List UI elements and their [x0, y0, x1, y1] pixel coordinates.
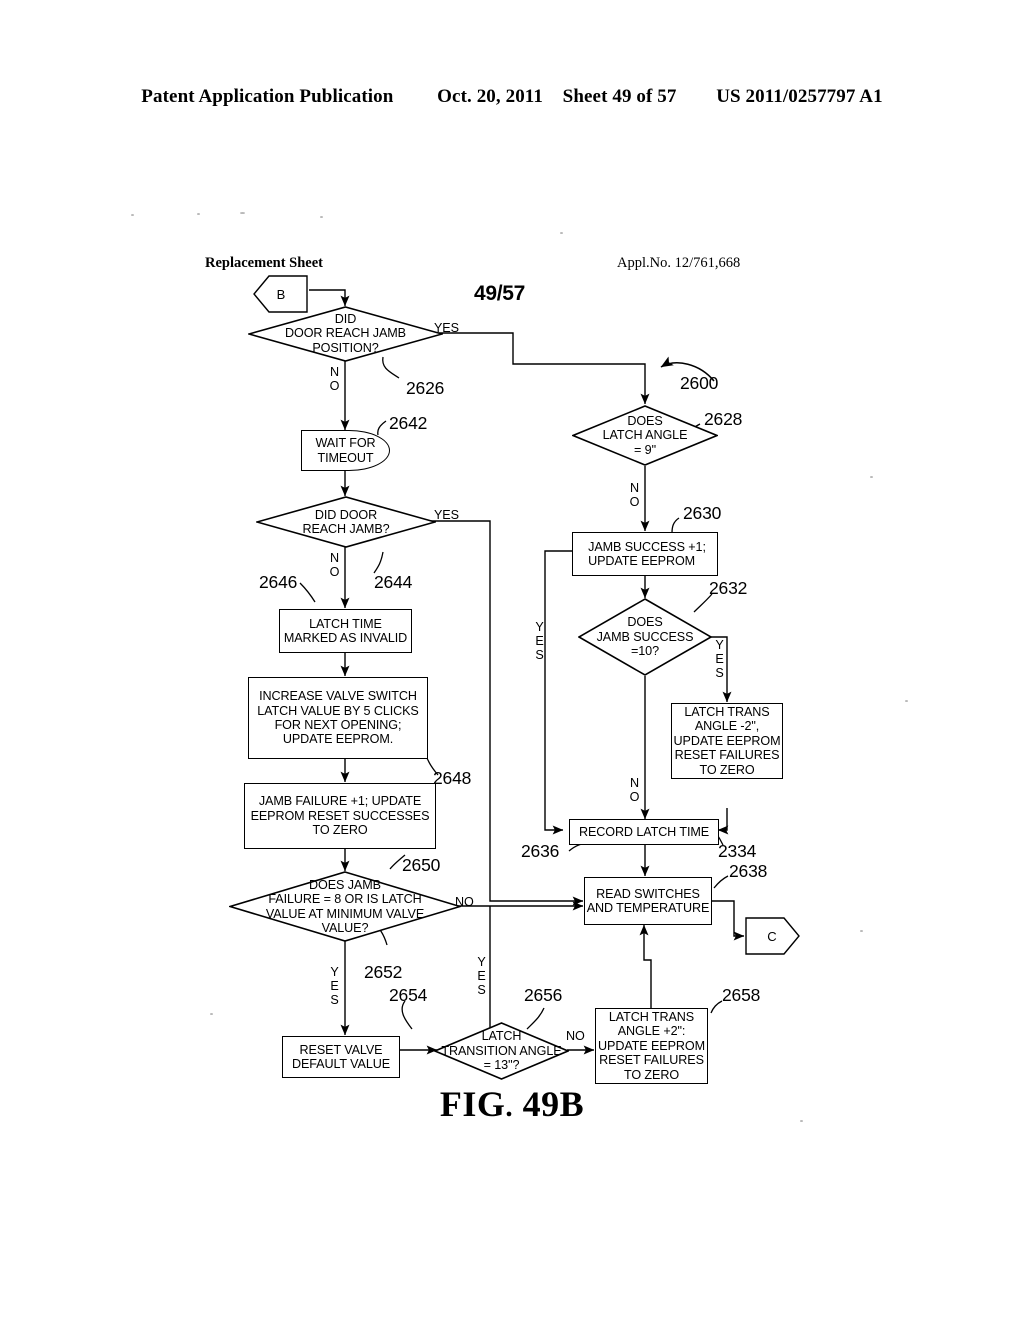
decision-door-reach-jamb-position[interactable]: DID DOOR REACH JAMB POSITION? — [248, 306, 443, 362]
edge-2626-yes-to-2628 — [412, 332, 650, 405]
decision-latch-transition-angle-13[interactable]: LATCH TRANSITION ANGLE = 13"? — [434, 1022, 569, 1080]
edge-2658-to-2638 — [639, 924, 652, 1008]
leader-2642 — [377, 420, 387, 436]
decision-does-jamb-success-10[interactable]: DOES JAMB SUCCESS =10? — [578, 598, 712, 676]
process-2650-text: JAMB FAILURE +1; UPDATE EEPROM RESET SUC… — [250, 794, 430, 838]
leader-2644 — [373, 551, 384, 574]
decision-2656-text: LATCH TRANSITION ANGLE = 13"? — [441, 1029, 562, 1073]
scan-speck — [240, 212, 245, 214]
leader-2646 — [299, 582, 316, 603]
decision-2644-text: DID DOOR REACH JAMB? — [302, 507, 390, 536]
figure-caption-number: 49B — [522, 1084, 585, 1124]
ref-2600: 2600 — [680, 373, 719, 393]
process-reset-valve-default-value[interactable]: RESET VALVE DEFAULT VALUE — [282, 1036, 400, 1078]
scan-speck — [197, 213, 200, 215]
ref-2632: 2632 — [709, 578, 748, 598]
process-2654-text: RESET VALVE DEFAULT VALUE — [291, 1042, 391, 1071]
decision-does-latch-angle-9[interactable]: DOES LATCH ANGLE = 9" — [572, 405, 718, 466]
ref-2648: 2648 — [433, 768, 472, 788]
scan-speck — [320, 216, 323, 218]
decision-did-door-reach-jamb[interactable]: DID DOOR REACH JAMB? — [256, 496, 436, 548]
figure-caption: FIG. 49B — [0, 1083, 1024, 1125]
ref-2636: 2636 — [521, 841, 560, 861]
process-latch-trans-angle-minus-2[interactable]: LATCH TRANS ANGLE -2", UPDATE EEPROM RES… — [671, 703, 783, 779]
process-2648-text: INCREASE VALVE SWITCH LATCH VALUE BY 5 C… — [257, 689, 419, 747]
edge-label-2632-no: N O — [629, 776, 640, 805]
edge-label-2628-no: N O — [629, 481, 640, 510]
edge-2638-to-c — [711, 900, 745, 941]
process-2636-text: RECORD LATCH TIME — [578, 824, 710, 839]
edge-yes-rail-to-2636 — [544, 550, 572, 835]
process-increase-valve-switch-latch-value[interactable]: INCREASE VALVE SWITCH LATCH VALUE BY 5 C… — [248, 677, 428, 759]
decision-2626-text: DID DOOR REACH JAMB POSITION? — [285, 311, 406, 355]
ref-2626: 2626 — [406, 378, 445, 398]
ref-2628: 2628 — [704, 409, 743, 429]
edge-label-yes-branch-2656: Y E S — [477, 955, 486, 998]
leader-2638 — [713, 875, 729, 889]
figure-caption-prefix: FIG — [439, 1084, 506, 1124]
ref-2652: 2652 — [364, 962, 403, 982]
decision-2632-text: DOES JAMB SUCCESS =10? — [596, 615, 694, 659]
ref-2658: 2658 — [722, 985, 761, 1005]
leader-2658 — [710, 1000, 723, 1014]
process-2334-text: LATCH TRANS ANGLE -2", UPDATE EEPROM RES… — [673, 705, 781, 777]
leader-2630 — [671, 517, 680, 534]
process-latch-trans-angle-plus-2[interactable]: LATCH TRANS ANGLE +2": UPDATE EEPROM RES… — [595, 1008, 708, 1084]
edge-label-2652-no: NO — [455, 895, 474, 909]
process-wait-for-timeout[interactable]: WAIT FOR TIMEOUT — [301, 430, 390, 471]
process-2642-text: WAIT FOR TIMEOUT — [315, 436, 376, 465]
scan-speck — [210, 1013, 213, 1015]
connector-b-label: B — [276, 286, 286, 302]
edge-label-2644-yes: YES — [434, 508, 459, 522]
process-jamb-success-increment[interactable]: JAMB SUCCESS +1; UPDATE EEPROM — [572, 532, 718, 576]
scan-speck — [870, 476, 873, 478]
ref-2650: 2650 — [402, 855, 441, 875]
figure-caption-dot: . — [505, 1091, 514, 1123]
ref-2642: 2642 — [389, 413, 428, 433]
decision-2628-text: DOES LATCH ANGLE = 9" — [602, 413, 688, 457]
decision-jamb-failure-8-or-min-valve[interactable]: DOES JAMB FAILURE = 8 OR IS LATCH VALUE … — [229, 871, 461, 942]
decision-2652-text: DOES JAMB FAILURE = 8 OR IS LATCH VALUE … — [265, 877, 425, 935]
edge-label-2652-yes: Y E S — [330, 965, 339, 1008]
process-2638-text: READ SWITCHES AND TEMPERATURE — [586, 886, 710, 915]
scan-speck — [131, 214, 134, 216]
scan-speck — [860, 930, 863, 932]
edge-b-to-2626 — [309, 289, 350, 307]
process-2658-text: LATCH TRANS ANGLE +2": UPDATE EEPROM RES… — [598, 1010, 705, 1082]
edge-2334-to-2636 — [717, 808, 729, 835]
ref-2656: 2656 — [524, 985, 563, 1005]
edge-label-2632-yes: Y E S — [715, 638, 724, 681]
process-read-switches-and-temperature[interactable]: READ SWITCHES AND TEMPERATURE — [584, 877, 712, 925]
ref-2630: 2630 — [683, 503, 722, 523]
connector-c[interactable]: C — [744, 917, 800, 955]
edge-label-2644-no: N O — [329, 551, 340, 580]
process-record-latch-time[interactable]: RECORD LATCH TIME — [569, 819, 719, 845]
scan-speck — [905, 700, 908, 702]
ref-2638: 2638 — [729, 861, 768, 881]
process-2646-text: LATCH TIME MARKED AS INVALID — [283, 616, 408, 645]
process-jamb-failure-increment[interactable]: JAMB FAILURE +1; UPDATE EEPROM RESET SUC… — [244, 783, 436, 849]
process-latch-time-marked-invalid[interactable]: LATCH TIME MARKED AS INVALID — [279, 609, 412, 653]
edge-label-yes-rail: Y E S — [535, 620, 544, 663]
ref-2644: 2644 — [374, 572, 413, 592]
scan-speck — [560, 232, 563, 234]
edge-label-2656-no: NO — [566, 1029, 585, 1043]
connector-c-label: C — [767, 928, 777, 944]
process-2630-text: JAMB SUCCESS +1; UPDATE EEPROM — [588, 539, 706, 568]
ref-2334: 2334 — [718, 841, 757, 861]
ref-2654: 2654 — [389, 985, 428, 1005]
edge-label-2626-yes: YES — [434, 321, 459, 335]
edge-label-2626-no: N O — [329, 365, 340, 394]
ref-2646: 2646 — [259, 572, 298, 592]
